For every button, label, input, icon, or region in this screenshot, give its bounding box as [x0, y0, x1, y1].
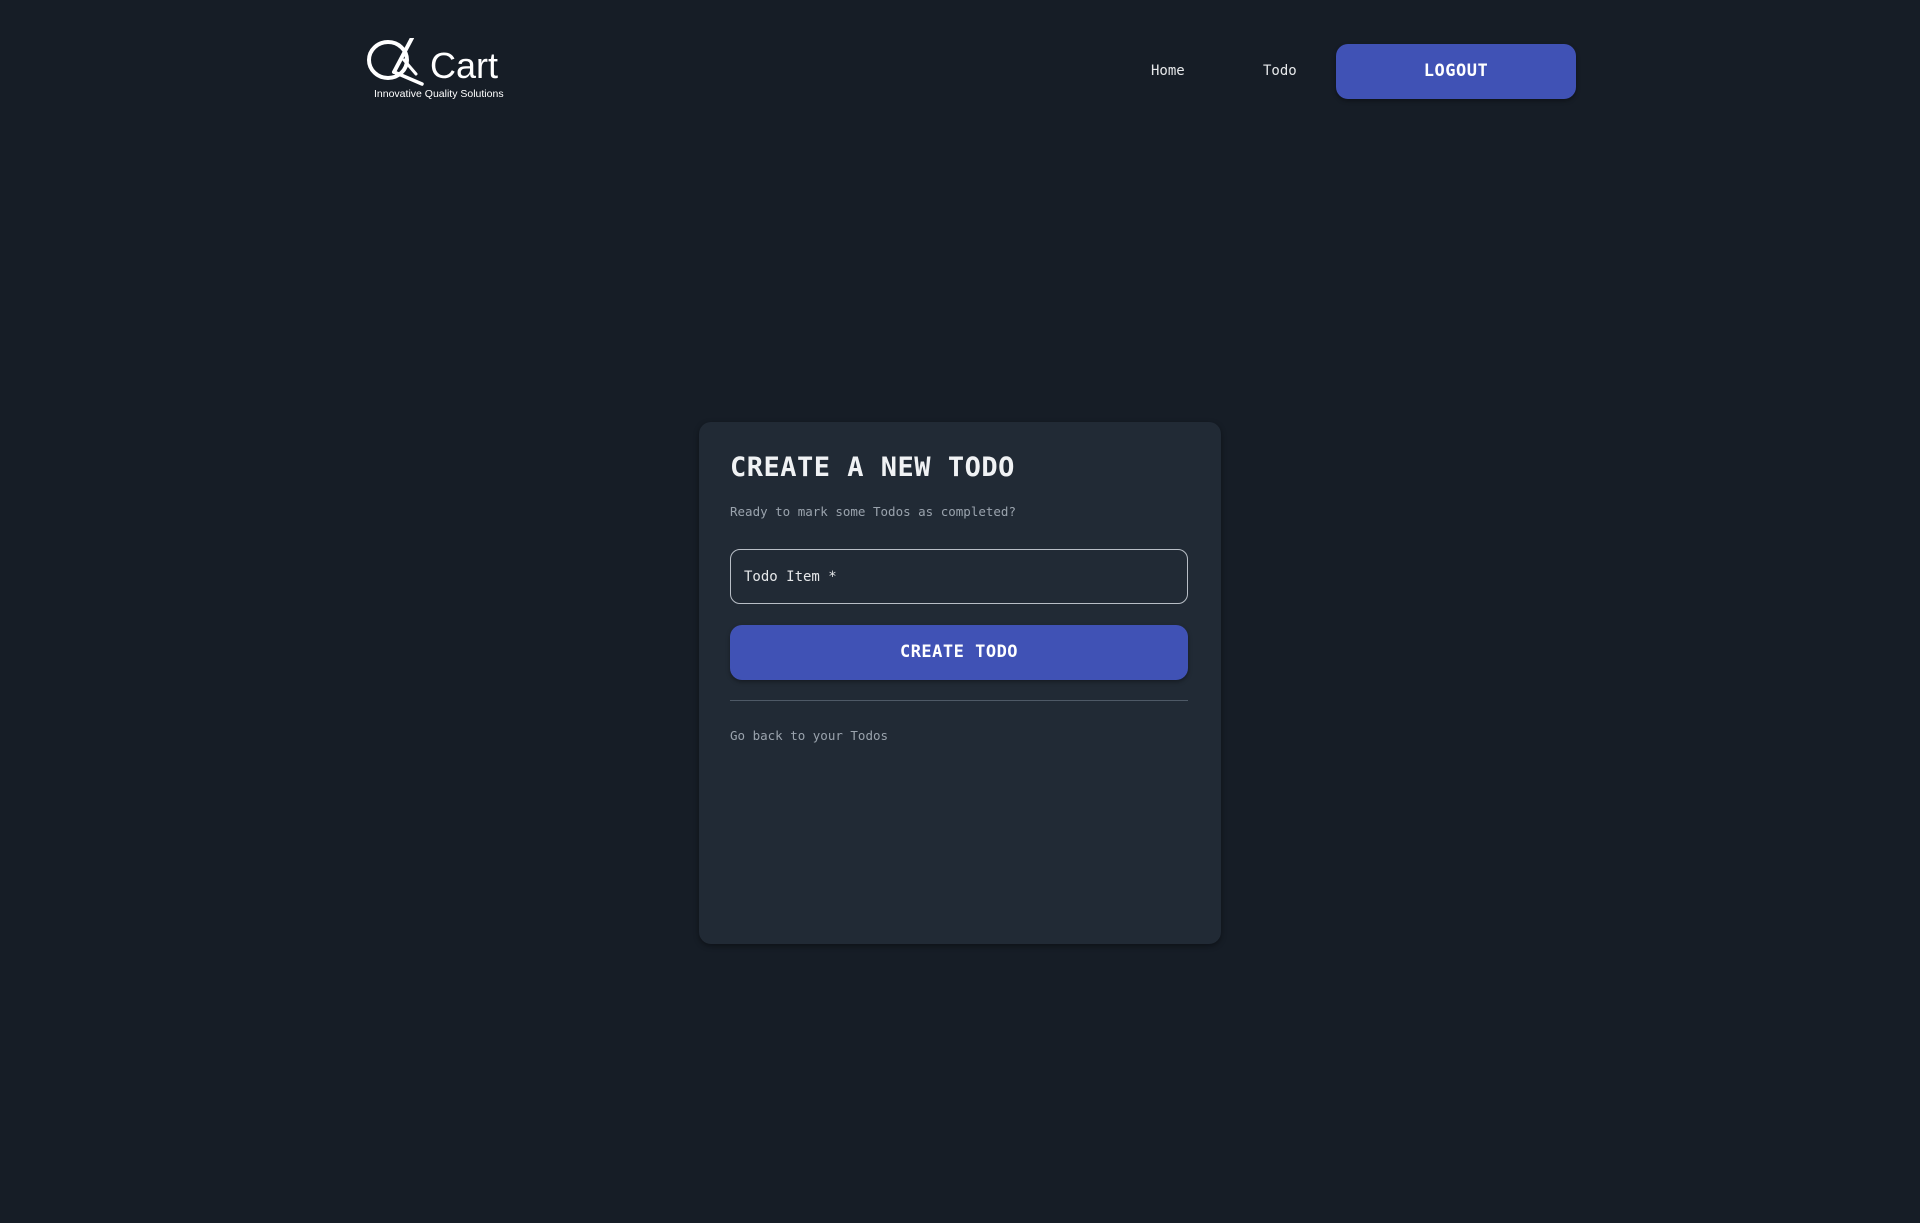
svg-text:Cart: Cart	[430, 45, 498, 86]
todo-item-input[interactable]	[730, 549, 1188, 604]
page-title: CREATE A NEW TODO	[730, 452, 1015, 483]
back-to-todos-link[interactable]: Go back to your Todos	[730, 728, 888, 743]
card-subtitle: Ready to mark some Todos as completed?	[730, 504, 1016, 519]
divider	[730, 700, 1188, 701]
logo-mark: Cart	[367, 38, 498, 86]
create-todo-button[interactable]: CREATE TODO	[730, 625, 1188, 680]
logo-tagline: Innovative Quality Solutions	[374, 88, 504, 100]
qkcart-logo[interactable]: Cart Innovative Quality Solutions	[364, 38, 524, 104]
logout-button[interactable]: LOGOUT	[1336, 44, 1576, 99]
header: Cart Innovative Quality Solutions Home T…	[0, 0, 1920, 142]
nav-todo-link[interactable]: Todo	[1263, 44, 1297, 99]
create-todo-card: CREATE A NEW TODO Ready to mark some Tod…	[699, 422, 1221, 944]
nav-home-link[interactable]: Home	[1151, 44, 1185, 99]
